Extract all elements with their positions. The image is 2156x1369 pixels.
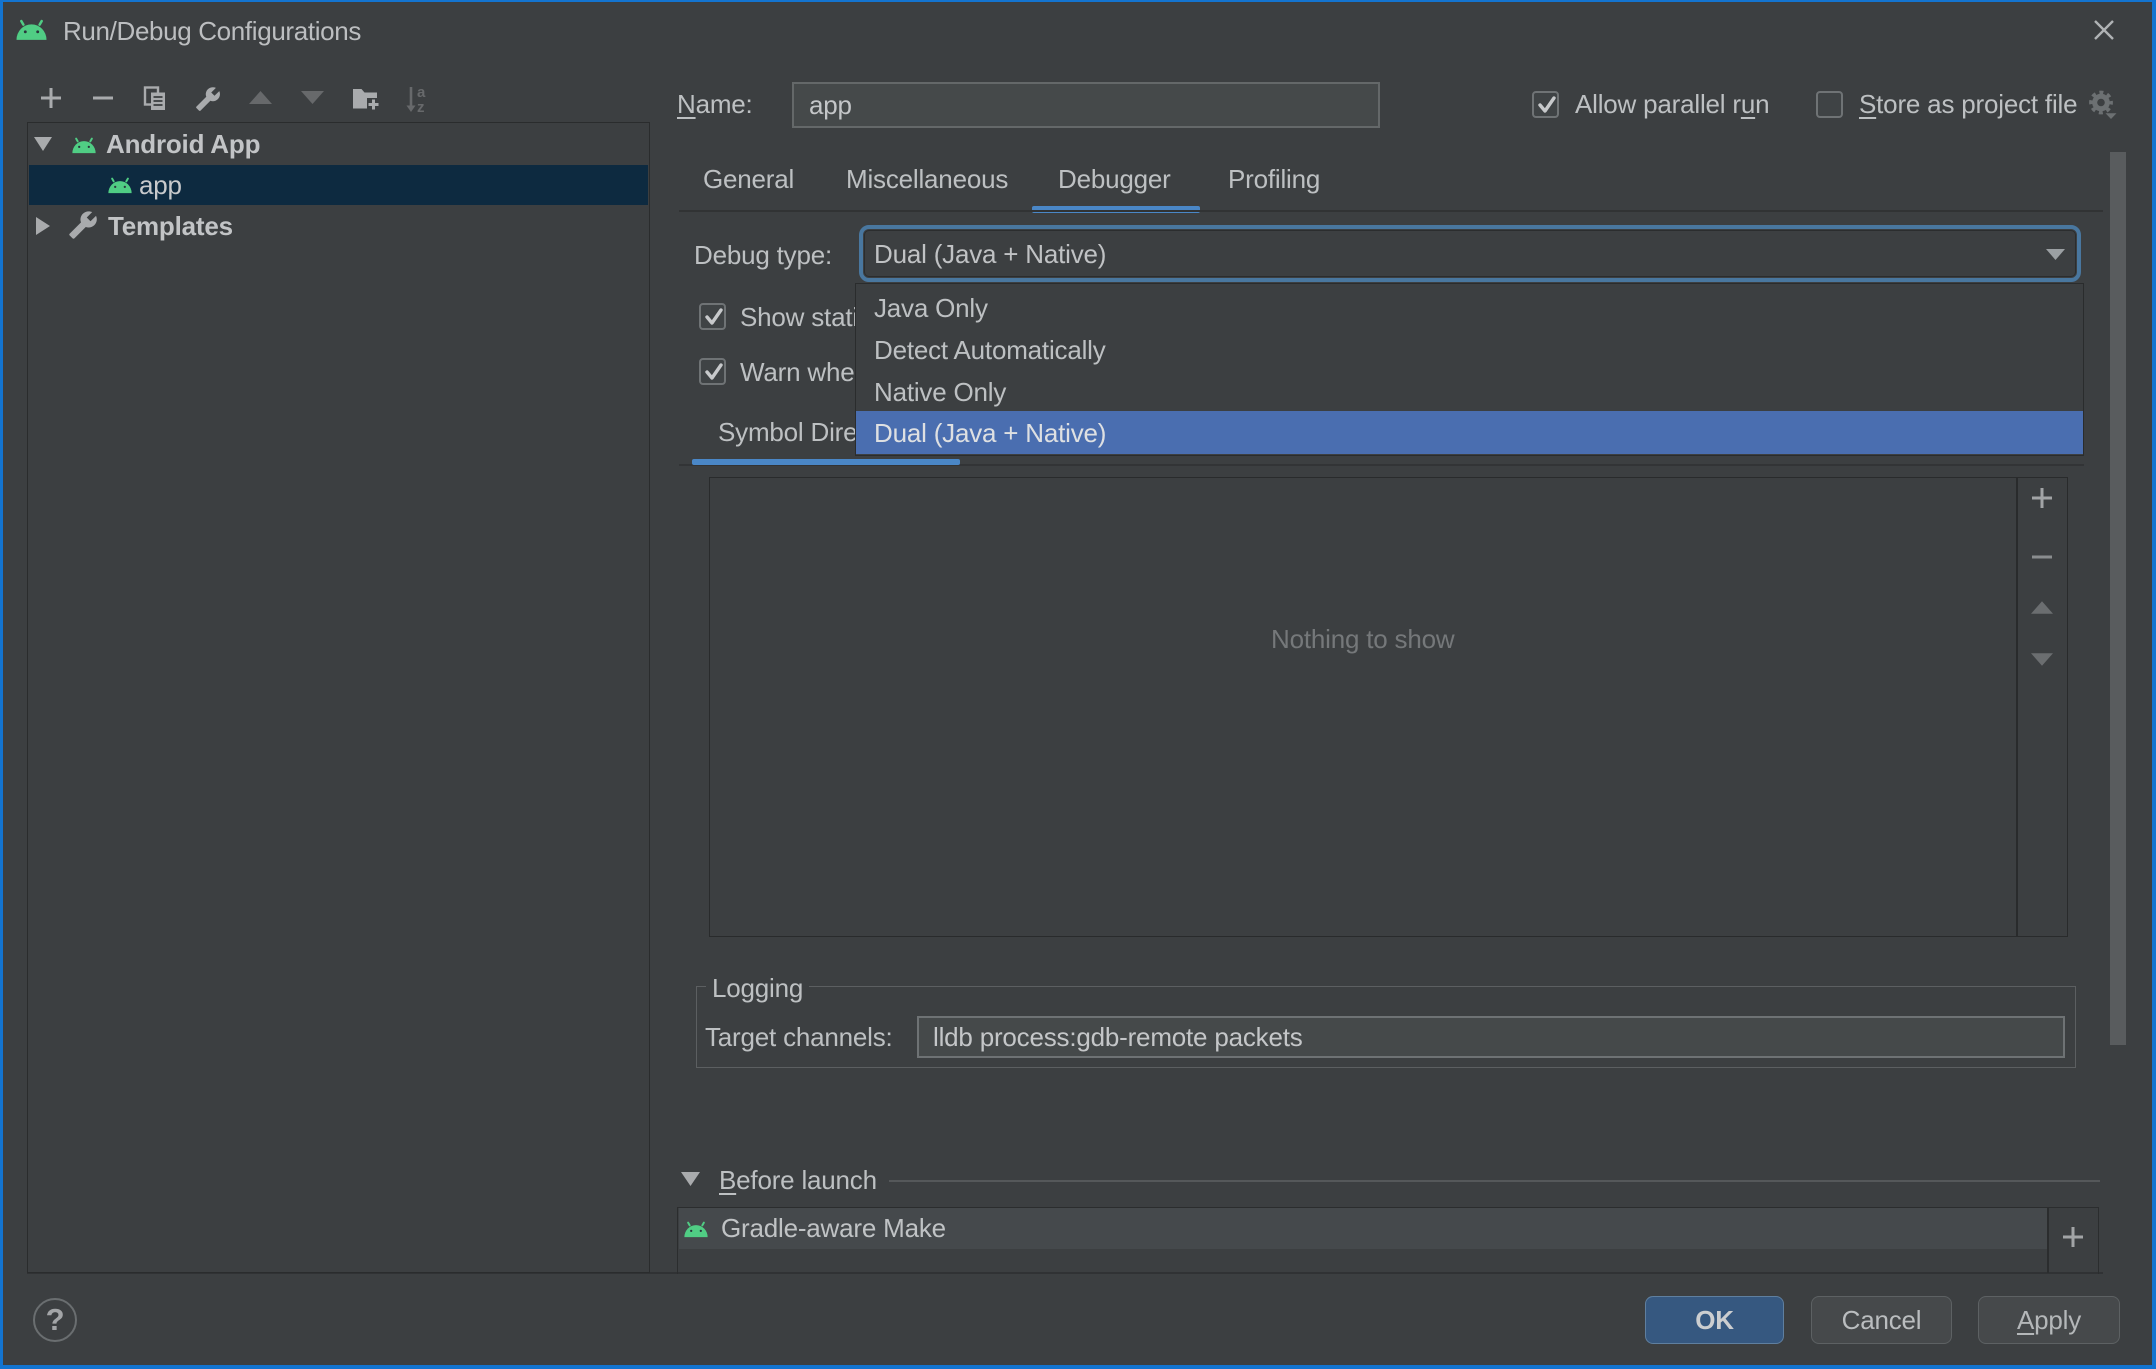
svg-text:z: z [417,99,424,113]
